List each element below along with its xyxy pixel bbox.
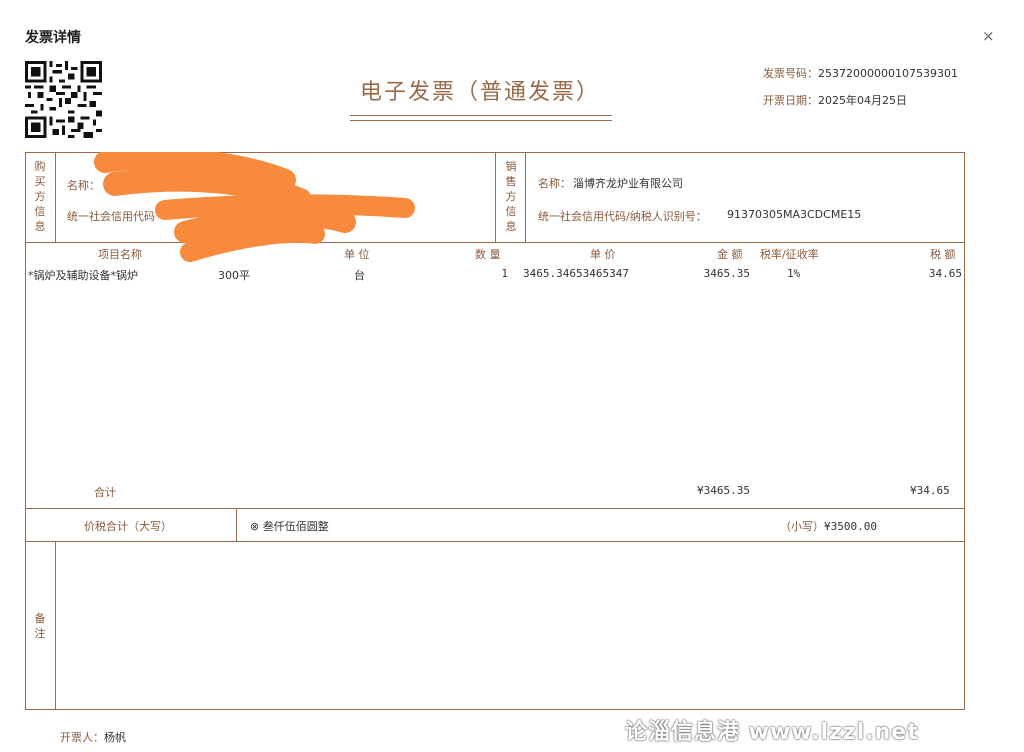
grand-total-upper: ⊗ 叁仟伍佰圆整 [250, 518, 329, 534]
total-label-divider [236, 508, 237, 541]
grand-total-lower-value: ¥3500.00 [824, 520, 877, 533]
total-divider [25, 541, 965, 542]
item-amount: 3465.35 [703, 267, 750, 280]
item-price: 3465.34653465347 [523, 267, 629, 280]
col-header-tax: 税 额 [930, 248, 956, 261]
grand-total-lower: （小写）¥3500.00 [780, 518, 877, 534]
buyer-label-char: 方 [34, 190, 46, 203]
invoice-number: 发票号码：25372000000107539301 [763, 65, 958, 81]
seller-credit-value: 91370305MA3CDCME15 [727, 208, 862, 221]
invoice-date: 开票日期：2025年04月25日 [763, 92, 907, 108]
issuer-name: 杨帆 [104, 731, 126, 744]
qr-code [25, 61, 102, 138]
title-underline [350, 115, 612, 116]
issuer-label: 开票人： [60, 731, 104, 744]
party-middle-divider [495, 152, 496, 242]
grand-total-label: 价税合计（大写） [84, 520, 172, 533]
issuer: 开票人：杨帆 [60, 729, 126, 745]
col-header-tax-rate: 税率/征收率 [760, 248, 819, 261]
item-tax-rate: 1% [787, 267, 801, 280]
buyer-label-char: 购 [34, 160, 46, 173]
grand-total-upper-text: 叁仟伍佰圆整 [262, 520, 329, 533]
item-tax: 34.65 [928, 267, 962, 280]
seller-label-char: 售 [505, 175, 517, 188]
seller-label-char: 息 [505, 220, 517, 233]
seller-label-char: 方 [505, 190, 517, 203]
col-header-quantity: 数 量 [475, 248, 501, 261]
seller-credit-label: 统一社会信用代码/纳税人识别号： [538, 210, 707, 223]
seller-label-divider [525, 152, 526, 242]
remarks-label-divider [55, 541, 56, 710]
buyer-label-divider [55, 152, 56, 242]
item-quantity: 1 [501, 267, 508, 280]
seller-section-label: 销 售 方 信 息 [504, 159, 518, 234]
col-header-price: 单 价 [590, 248, 616, 261]
col-header-amount: 金 额 [717, 248, 743, 261]
buyer-label-char: 买 [34, 175, 46, 188]
seller-label-char: 销 [505, 160, 517, 173]
invoice-number-label: 发票号码： [763, 67, 818, 80]
invoice-date-label: 开票日期： [763, 94, 818, 107]
redaction-scribble [94, 152, 415, 262]
close-icon[interactable]: × [982, 27, 995, 45]
watermark: 论淄信息港 www.lzzl.net [625, 720, 919, 745]
remarks-label-char: 备 [34, 612, 46, 625]
remarks-label: 备 注 [33, 611, 47, 641]
total-tax: ¥34.65 [910, 484, 950, 497]
seller-label-char: 信 [505, 205, 517, 218]
grand-total-lower-label: （小写） [780, 520, 824, 533]
seller-name-value: 淄博齐龙炉业有限公司 [573, 177, 683, 190]
total-amount: ¥3465.35 [697, 484, 750, 497]
buyer-label-char: 信 [34, 205, 46, 218]
items-divider [25, 508, 965, 509]
grand-total-upper-icon: ⊗ [250, 520, 260, 533]
seller-name-label: 名称： [538, 177, 571, 190]
invoice-number-value: 25372000000107539301 [818, 67, 958, 80]
invoice-title: 电子发票（普通发票） [359, 80, 600, 105]
remarks-label-char: 注 [34, 627, 46, 640]
buyer-label-char: 息 [34, 220, 46, 233]
invoice-date-value: 2025年04月25日 [818, 94, 907, 107]
dialog-title: 发票详情 [25, 30, 81, 46]
total-label: 合计 [94, 486, 116, 499]
buyer-section-label: 购 买 方 信 息 [33, 159, 47, 234]
title-underline-double [350, 120, 612, 121]
